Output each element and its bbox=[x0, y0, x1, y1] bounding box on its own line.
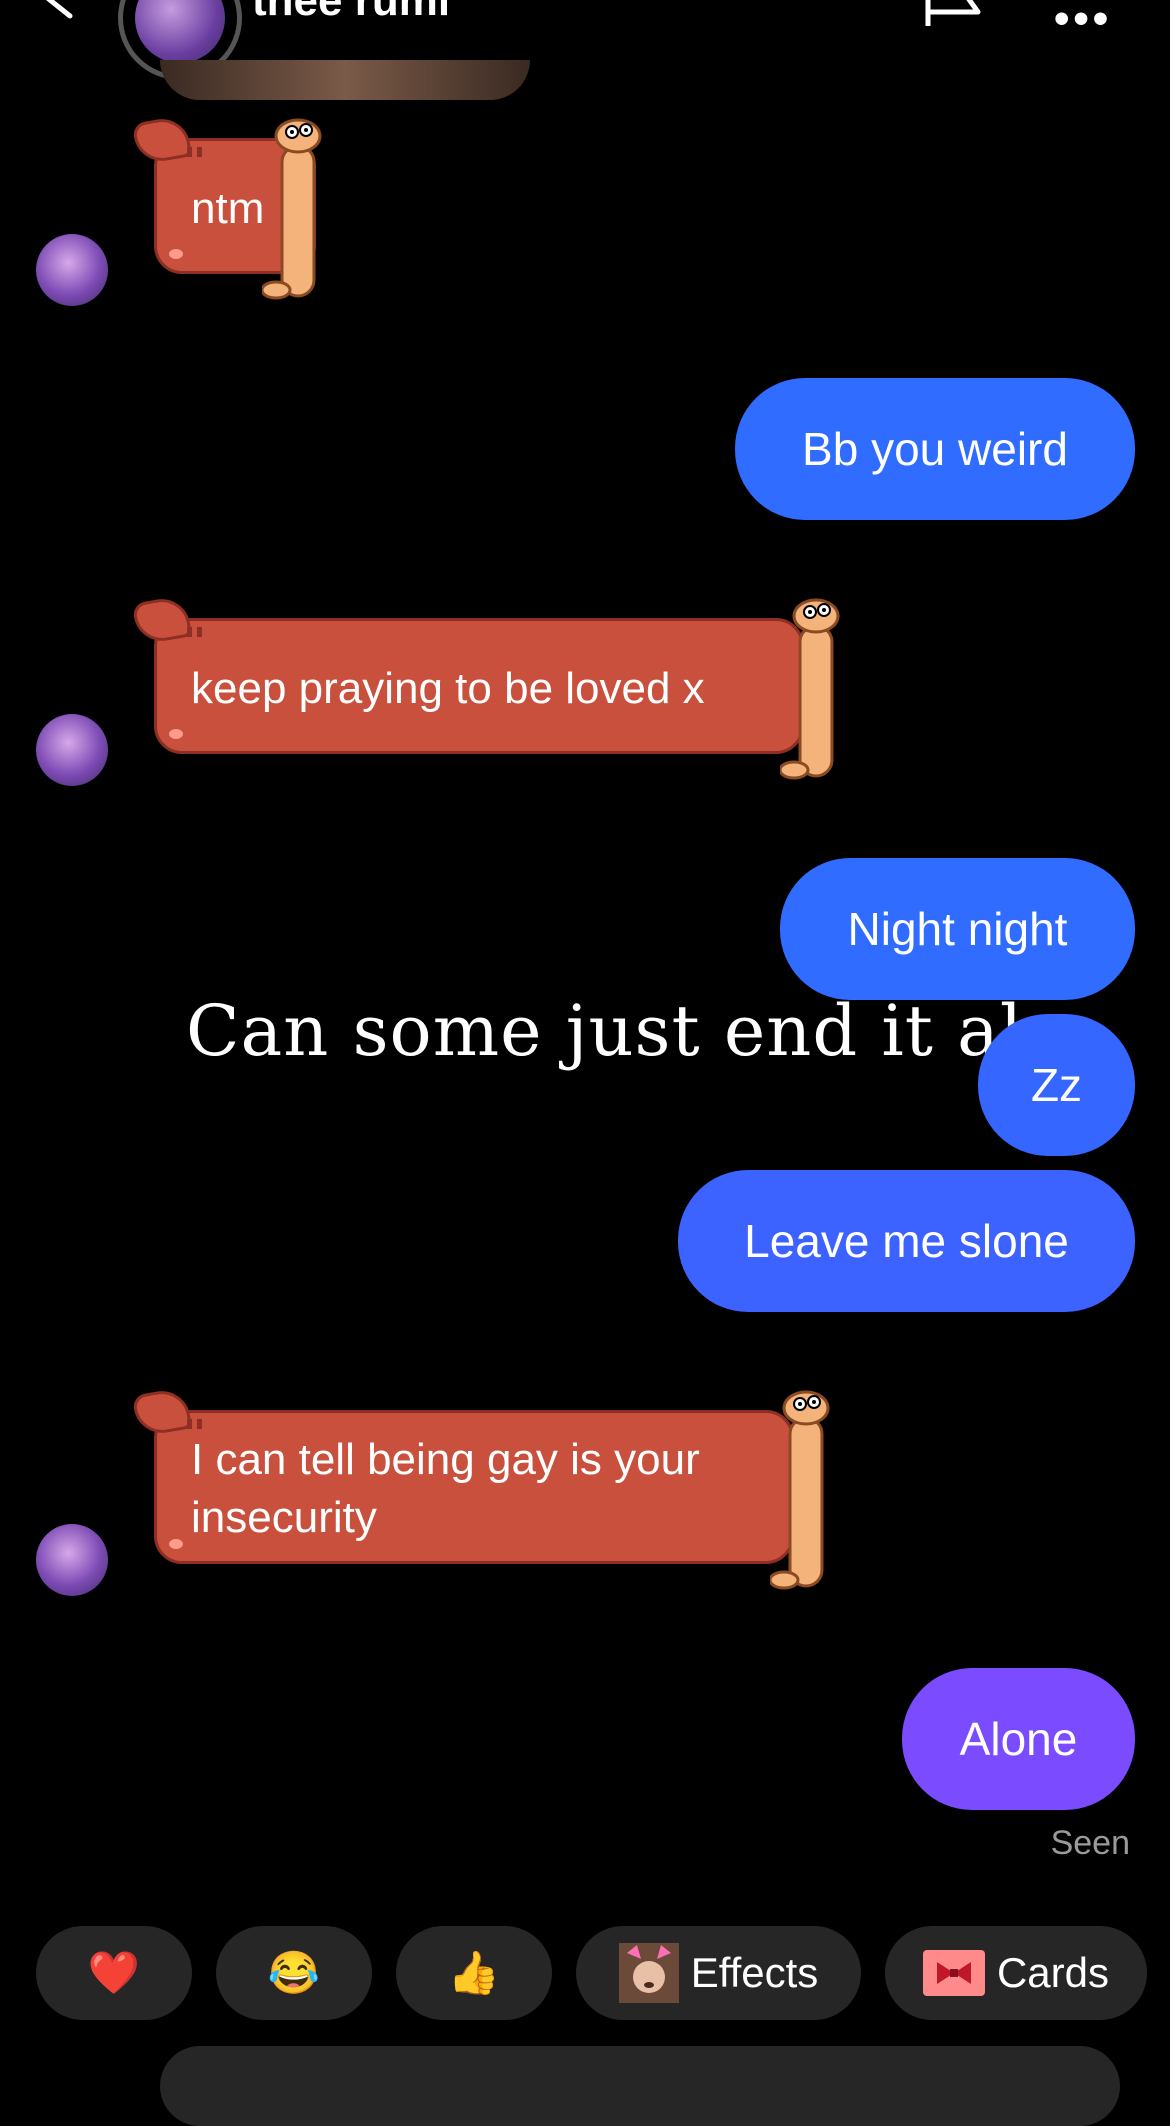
sent-message-bubble[interactable]: Leave me slone bbox=[678, 1170, 1135, 1312]
cards-label: Cards bbox=[996, 1949, 1110, 1996]
cards-button[interactable]: Cards bbox=[885, 1926, 1147, 2020]
sender-avatar[interactable] bbox=[36, 714, 108, 786]
message-text-line: insecurity bbox=[191, 1493, 377, 1542]
more-icon[interactable]: ••• bbox=[1054, 0, 1112, 44]
message-text-line: I can tell being gay is your bbox=[191, 1435, 700, 1484]
message-composer[interactable] bbox=[160, 2046, 1120, 2126]
laugh-reaction-button[interactable]: 😂 bbox=[216, 1926, 372, 2020]
received-message-bubble[interactable]: keep praying to be loved x bbox=[131, 594, 804, 754]
message-text: keep praying to be loved x bbox=[191, 664, 705, 713]
seen-status: Seen bbox=[1050, 1824, 1130, 1862]
received-message-bubble[interactable]: I can tell being gay is your insecurity bbox=[131, 1386, 794, 1564]
heart-reaction-button[interactable]: ❤️ bbox=[36, 1926, 192, 2020]
message-text: ntm bbox=[191, 184, 265, 233]
effects-button[interactable]: Effects bbox=[576, 1926, 861, 2020]
sent-message-bubble[interactable]: Alone bbox=[902, 1668, 1135, 1810]
heart-icon: ❤️ bbox=[87, 1948, 141, 1996]
back-chevron-icon[interactable] bbox=[40, 0, 80, 20]
sent-message-bubble[interactable]: Zz bbox=[978, 1014, 1135, 1156]
message-text: Bb you weird bbox=[802, 423, 1068, 475]
effects-filter-icon bbox=[618, 1943, 679, 2003]
dog-sticker-icon bbox=[780, 598, 840, 780]
effects-label: Effects bbox=[690, 1949, 819, 1996]
dog-sticker-icon bbox=[262, 118, 322, 300]
message-text: Night night bbox=[847, 903, 1068, 955]
dog-sticker-icon bbox=[770, 1390, 830, 1590]
sender-avatar[interactable] bbox=[36, 1524, 108, 1596]
message-text: Zz bbox=[1030, 1059, 1083, 1111]
overlay-caption: Can some just end it alr bbox=[186, 990, 1058, 1072]
gift-card-icon bbox=[922, 1950, 985, 1996]
thumbs-up-reaction-button[interactable]: 👍 bbox=[396, 1926, 552, 2020]
conversation-username[interactable]: thee rumi bbox=[252, 0, 450, 26]
sent-message-bubble[interactable]: Night night bbox=[780, 858, 1135, 1000]
sent-message-bubble[interactable]: Bb you weird bbox=[735, 378, 1135, 520]
flag-icon[interactable] bbox=[922, 0, 984, 28]
sender-avatar[interactable] bbox=[36, 234, 108, 306]
previous-media-thumbnail[interactable] bbox=[160, 60, 530, 100]
thumbs-up-icon: 👍 bbox=[447, 1948, 501, 1996]
message-text: Leave me slone bbox=[744, 1215, 1069, 1267]
laughing-emoji-icon: 😂 bbox=[267, 1948, 321, 1996]
message-text: Alone bbox=[959, 1713, 1078, 1765]
